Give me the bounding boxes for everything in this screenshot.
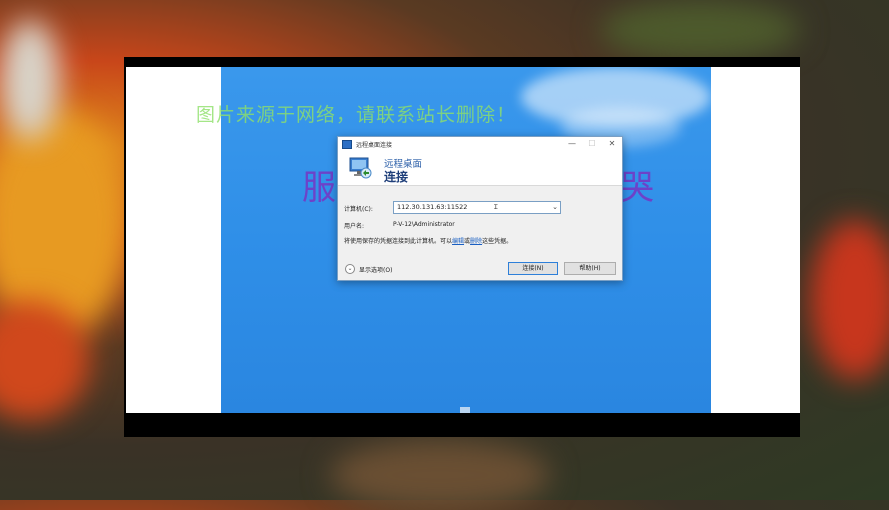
- blurred-object: [0, 20, 60, 140]
- chevron-down-icon[interactable]: ⌄: [552, 202, 558, 213]
- saved-credentials-text: 将使用保存的凭据连接到此计算机。可以: [344, 238, 453, 245]
- minimize-button[interactable]: —: [562, 137, 582, 151]
- username-label: 用户名:: [344, 223, 365, 230]
- text-cursor-icon: Ɪ: [494, 203, 498, 211]
- help-button[interactable]: 帮助(H): [564, 262, 616, 275]
- username-value: P-V-12\Administrator: [393, 221, 455, 228]
- chevron-down-circle-icon[interactable]: ⌄: [345, 264, 355, 274]
- computer-label: 计算机(C):: [344, 206, 373, 213]
- edit-credentials-link[interactable]: 编辑: [452, 238, 464, 245]
- maximize-button[interactable]: ☐: [582, 137, 602, 151]
- show-options-link[interactable]: 显示选项(O): [359, 265, 392, 274]
- connect-button[interactable]: 连接(N): [508, 262, 558, 275]
- blurred-leaves: [600, 0, 800, 60]
- dialog-titlebar[interactable]: 远程桌面连接 — ☐ ✕: [338, 137, 622, 151]
- background-title-left: 服: [302, 168, 336, 208]
- blurred-flower-petal: [810, 220, 889, 380]
- background-title-right: 哭: [620, 168, 654, 208]
- delete-credentials-link[interactable]: 删除: [470, 238, 482, 245]
- remote-desktop-app-icon: [342, 139, 352, 149]
- taskbar-indicator: [460, 407, 470, 413]
- dialog-title: 远程桌面连接: [356, 141, 393, 149]
- computer-combobox[interactable]: 112.30.131.63:11522 Ɪ ⌄: [393, 201, 561, 214]
- close-button[interactable]: ✕: [602, 137, 622, 151]
- saved-credentials-note: 将使用保存的凭据连接到此计算机。可以编辑或删除这些凭据。: [344, 236, 512, 245]
- dialog-header: 远程桌面 连接: [338, 151, 622, 186]
- remote-monitor-icon: [349, 157, 372, 179]
- credentials-suffix: 这些凭据。: [482, 238, 513, 245]
- header-subtitle: 连接: [384, 170, 409, 184]
- computer-input[interactable]: 112.30.131.63:11522: [397, 203, 467, 211]
- watermark-text: 图片来源于网络，请联系站长删除！: [196, 104, 517, 126]
